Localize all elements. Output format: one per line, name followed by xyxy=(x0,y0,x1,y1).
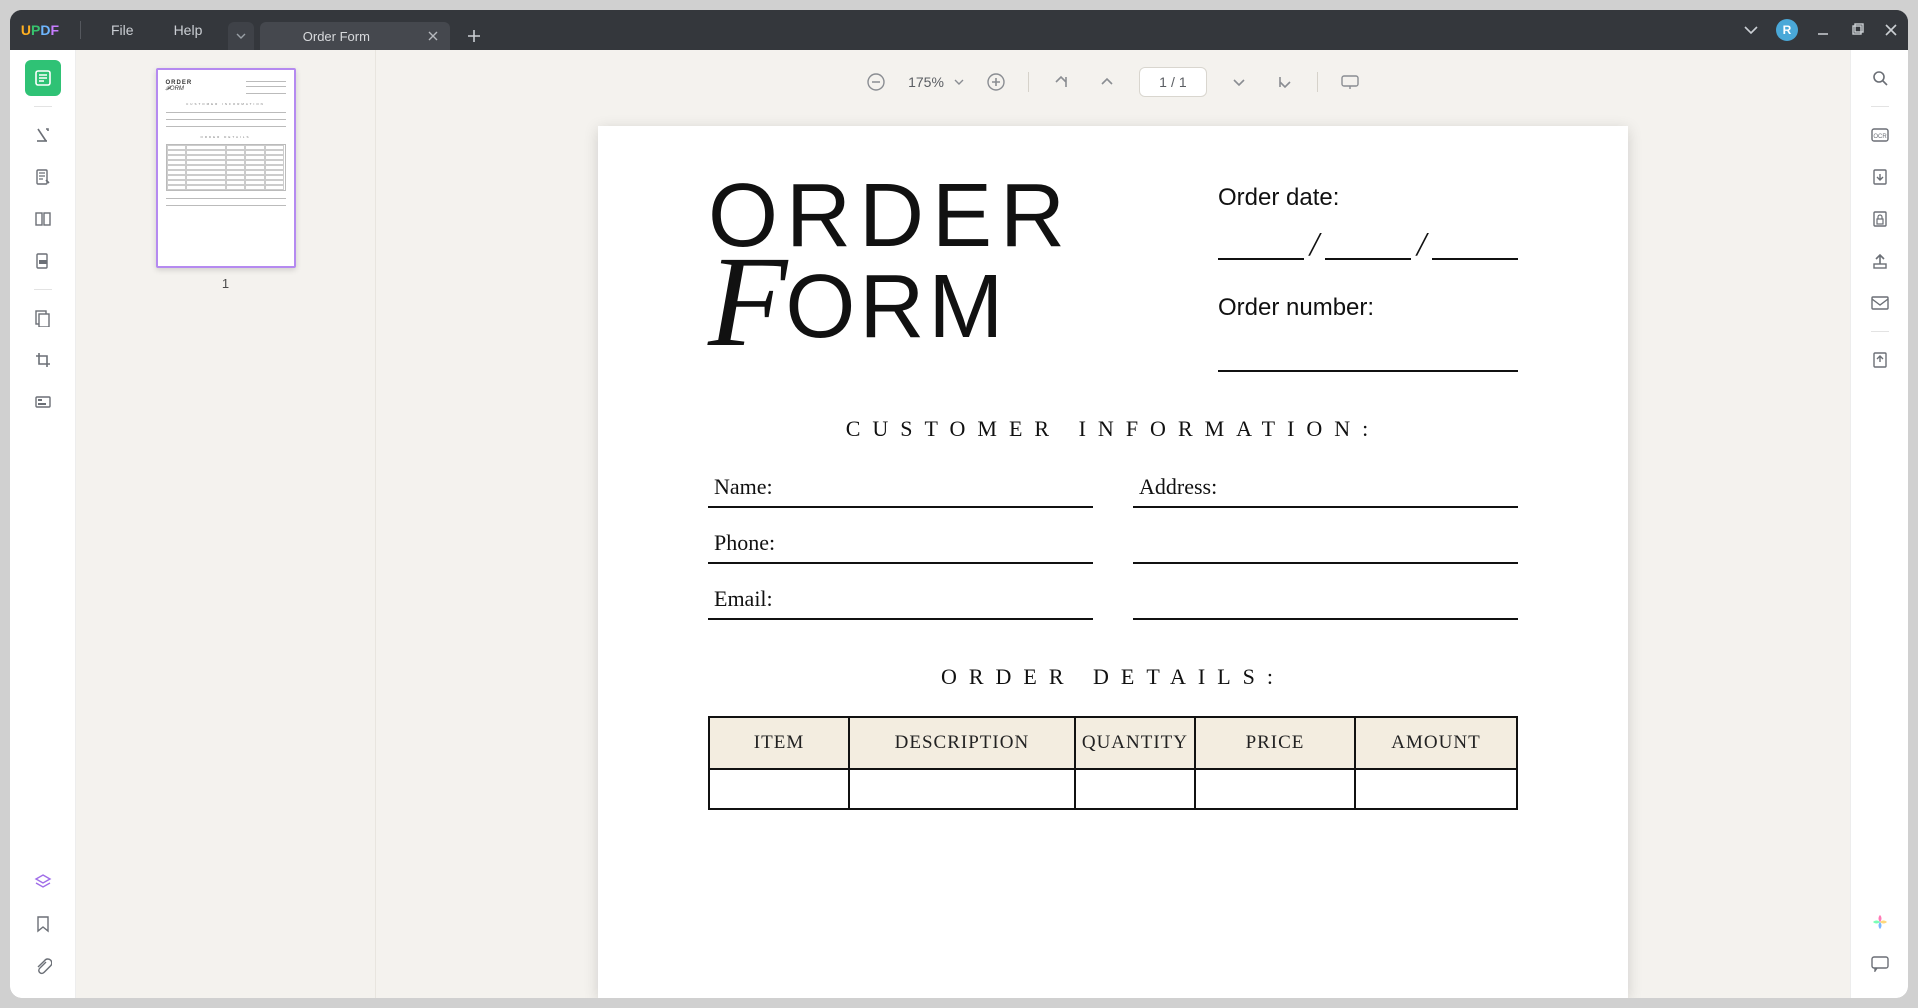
window-minimize[interactable] xyxy=(1806,10,1840,50)
left-toolbar xyxy=(10,50,76,998)
tab-order-form[interactable]: Order Form xyxy=(260,22,450,50)
compress-tool[interactable] xyxy=(25,300,61,336)
svg-text:OCR: OCR xyxy=(1873,134,1887,140)
reader-tool[interactable] xyxy=(25,60,61,96)
ocr-button[interactable]: OCR xyxy=(1864,119,1896,151)
last-page-button[interactable] xyxy=(1271,68,1299,96)
chat-button[interactable] xyxy=(1864,948,1896,980)
search-button[interactable] xyxy=(1864,62,1896,94)
order-number-label: Order number: xyxy=(1218,294,1518,322)
window-close[interactable] xyxy=(1874,10,1908,50)
organize-tool[interactable] xyxy=(25,201,61,237)
col-price: PRICE xyxy=(1195,717,1355,769)
avatar[interactable]: R xyxy=(1776,19,1798,41)
divider xyxy=(1028,72,1029,92)
divider xyxy=(1871,106,1889,107)
attachment-button[interactable] xyxy=(25,948,61,984)
window-maximize[interactable] xyxy=(1840,10,1874,50)
zoom-in-button[interactable] xyxy=(982,68,1010,96)
tab-title: Order Form xyxy=(270,29,402,44)
address-field-line3 xyxy=(1133,580,1518,620)
presentation-button[interactable] xyxy=(1336,68,1364,96)
ai-button[interactable] xyxy=(1864,906,1896,938)
document-title: ORDER FORM xyxy=(708,176,1073,352)
save-button[interactable] xyxy=(1864,344,1896,376)
close-icon[interactable] xyxy=(426,29,440,43)
divider xyxy=(80,21,81,39)
phone-field: Phone: xyxy=(708,524,1093,564)
bookmark-button[interactable] xyxy=(25,906,61,942)
main-area: 175% 1 / 1 xyxy=(376,50,1850,998)
zoom-value: 175% xyxy=(908,74,944,90)
share-button[interactable] xyxy=(1864,245,1896,277)
thumbnail-page-number: 1 xyxy=(222,276,229,291)
document-viewport[interactable]: ORDER FORM Order date: // Order number: xyxy=(376,106,1850,998)
divider xyxy=(1871,331,1889,332)
col-description: DESCRIPTION xyxy=(849,717,1075,769)
prev-page-button[interactable] xyxy=(1093,68,1121,96)
order-number-field xyxy=(1218,338,1518,372)
next-page-button[interactable] xyxy=(1225,68,1253,96)
redact-tool[interactable] xyxy=(25,243,61,279)
chevron-down-icon xyxy=(954,79,964,85)
comment-tool[interactable] xyxy=(25,117,61,153)
col-item: ITEM xyxy=(709,717,849,769)
edit-tool[interactable] xyxy=(25,159,61,195)
col-quantity: QUANTITY xyxy=(1075,717,1195,769)
protect-button[interactable] xyxy=(1864,203,1896,235)
thumbnail-panel: ORDER 𝓕ORM CUSTOMER INFORMATION ORDER DE… xyxy=(76,50,376,998)
order-date-label: Order date: xyxy=(1218,184,1518,212)
divider xyxy=(34,289,52,290)
new-tab-button[interactable] xyxy=(460,22,488,50)
table-row xyxy=(709,769,1517,809)
order-details-heading: ORDER DETAILS: xyxy=(708,664,1518,690)
zoom-out-button[interactable] xyxy=(862,68,890,96)
titlebar: UPDF File Help Order Form R xyxy=(10,10,1908,50)
right-toolbar: OCR xyxy=(1850,50,1908,998)
address-field-line2 xyxy=(1133,524,1518,564)
view-toolbar: 175% 1 / 1 xyxy=(376,58,1850,106)
email-button[interactable] xyxy=(1864,287,1896,319)
col-amount: AMOUNT xyxy=(1355,717,1517,769)
divider xyxy=(34,106,52,107)
recent-dropdown[interactable] xyxy=(1734,10,1768,50)
menu-help[interactable]: Help xyxy=(154,10,223,50)
form-tool[interactable] xyxy=(25,384,61,420)
zoom-level-dropdown[interactable]: 175% xyxy=(908,74,964,90)
name-field: Name: xyxy=(708,468,1093,508)
app-logo: UPDF xyxy=(10,22,70,38)
export-button[interactable] xyxy=(1864,161,1896,193)
page-thumbnail[interactable]: ORDER 𝓕ORM CUSTOMER INFORMATION ORDER DE… xyxy=(156,68,296,268)
page-indicator[interactable]: 1 / 1 xyxy=(1139,67,1207,97)
order-details-table: ITEM DESCRIPTION QUANTITY PRICE AMOUNT xyxy=(708,716,1518,810)
pdf-page: ORDER FORM Order date: // Order number: xyxy=(598,126,1628,998)
layers-button[interactable] xyxy=(25,864,61,900)
divider xyxy=(1317,72,1318,92)
email-field: Email: xyxy=(708,580,1093,620)
first-page-button[interactable] xyxy=(1047,68,1075,96)
crop-tool[interactable] xyxy=(25,342,61,378)
order-date-field: // xyxy=(1218,222,1518,260)
address-field: Address: xyxy=(1133,468,1518,508)
menu-file[interactable]: File xyxy=(91,10,154,50)
tab-list-dropdown[interactable] xyxy=(228,22,254,50)
customer-info-heading: CUSTOMER INFORMATION: xyxy=(708,416,1518,442)
